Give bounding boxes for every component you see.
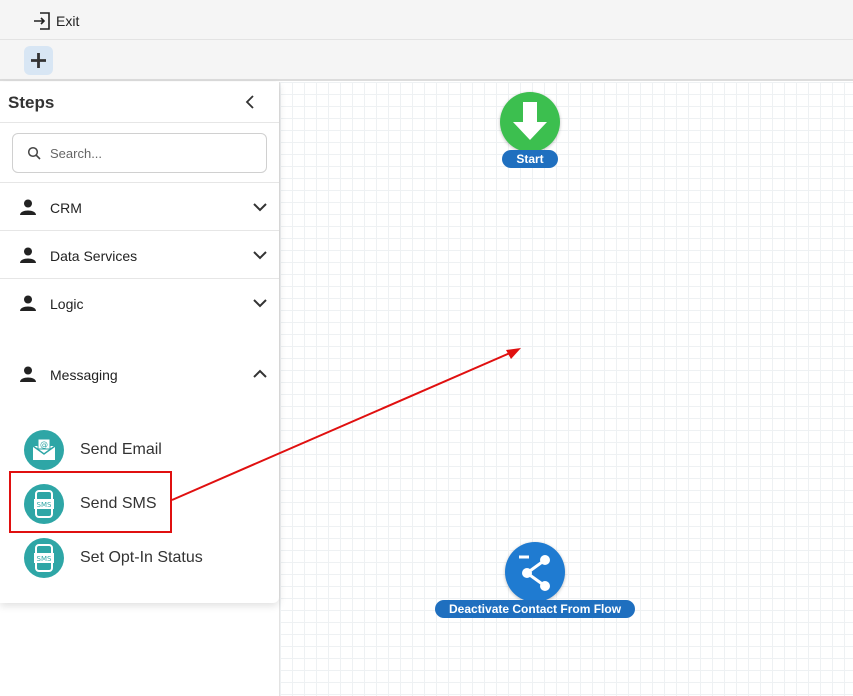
exit-label: Exit bbox=[56, 13, 80, 29]
start-node-circle[interactable] bbox=[500, 92, 560, 152]
search-input[interactable] bbox=[50, 145, 250, 161]
exit-icon bbox=[34, 12, 50, 30]
search-icon bbox=[27, 146, 41, 160]
deactivate-node[interactable]: Deactivate Contact From Flow bbox=[435, 542, 636, 618]
flow-canvas[interactable]: Start Deactivate Contact From Flow bbox=[279, 82, 853, 696]
sidebar-title: Steps bbox=[8, 93, 55, 112]
sms-icon: SMS bbox=[24, 538, 64, 578]
deactivate-node-circle[interactable] bbox=[505, 542, 566, 602]
exit-button[interactable]: Exit bbox=[32, 10, 79, 32]
svg-text:SMS: SMS bbox=[37, 555, 52, 563]
person-icon bbox=[20, 366, 36, 382]
category-messaging[interactable]: Messaging bbox=[0, 350, 279, 398]
sidebar-header: Steps bbox=[0, 82, 279, 123]
category-label: Messaging bbox=[50, 367, 118, 383]
category-label: Data Services bbox=[50, 248, 138, 264]
step-set-opt-in-status[interactable]: SMS Set Opt-In Status bbox=[24, 538, 203, 578]
category-label: Logic bbox=[50, 296, 84, 312]
category-label: CRM bbox=[50, 200, 82, 216]
share-icon bbox=[519, 555, 551, 591]
step-label: Send Email bbox=[80, 441, 162, 458]
category-data-services[interactable]: Data Services bbox=[0, 230, 279, 278]
start-node-label: Start bbox=[502, 150, 558, 168]
toolbar bbox=[0, 40, 853, 81]
start-node[interactable]: Start bbox=[500, 92, 560, 168]
email-icon: @ bbox=[24, 430, 64, 470]
chevron-down-icon[interactable] bbox=[253, 250, 267, 260]
chevron-down-icon[interactable] bbox=[253, 298, 267, 308]
step-label: Set Opt-In Status bbox=[80, 549, 203, 566]
chevron-up-icon[interactable] bbox=[253, 369, 267, 379]
deactivate-node-label: Deactivate Contact From Flow bbox=[435, 600, 636, 618]
person-icon bbox=[20, 247, 36, 263]
person-icon bbox=[20, 295, 36, 311]
chevron-down-icon[interactable] bbox=[253, 202, 267, 212]
svg-text:@: @ bbox=[40, 440, 48, 449]
collapse-chevron-icon[interactable] bbox=[242, 94, 258, 110]
person-icon bbox=[20, 199, 36, 215]
plus-icon bbox=[31, 53, 46, 68]
highlight-box bbox=[9, 471, 172, 533]
category-logic[interactable]: Logic bbox=[0, 278, 279, 326]
category-crm[interactable]: CRM bbox=[0, 182, 279, 230]
step-send-email[interactable]: @ Send Email bbox=[24, 430, 162, 470]
top-bar: Exit bbox=[0, 0, 853, 40]
add-step-button[interactable] bbox=[24, 46, 53, 75]
down-arrow-icon bbox=[513, 102, 547, 140]
search-box[interactable] bbox=[12, 133, 267, 173]
